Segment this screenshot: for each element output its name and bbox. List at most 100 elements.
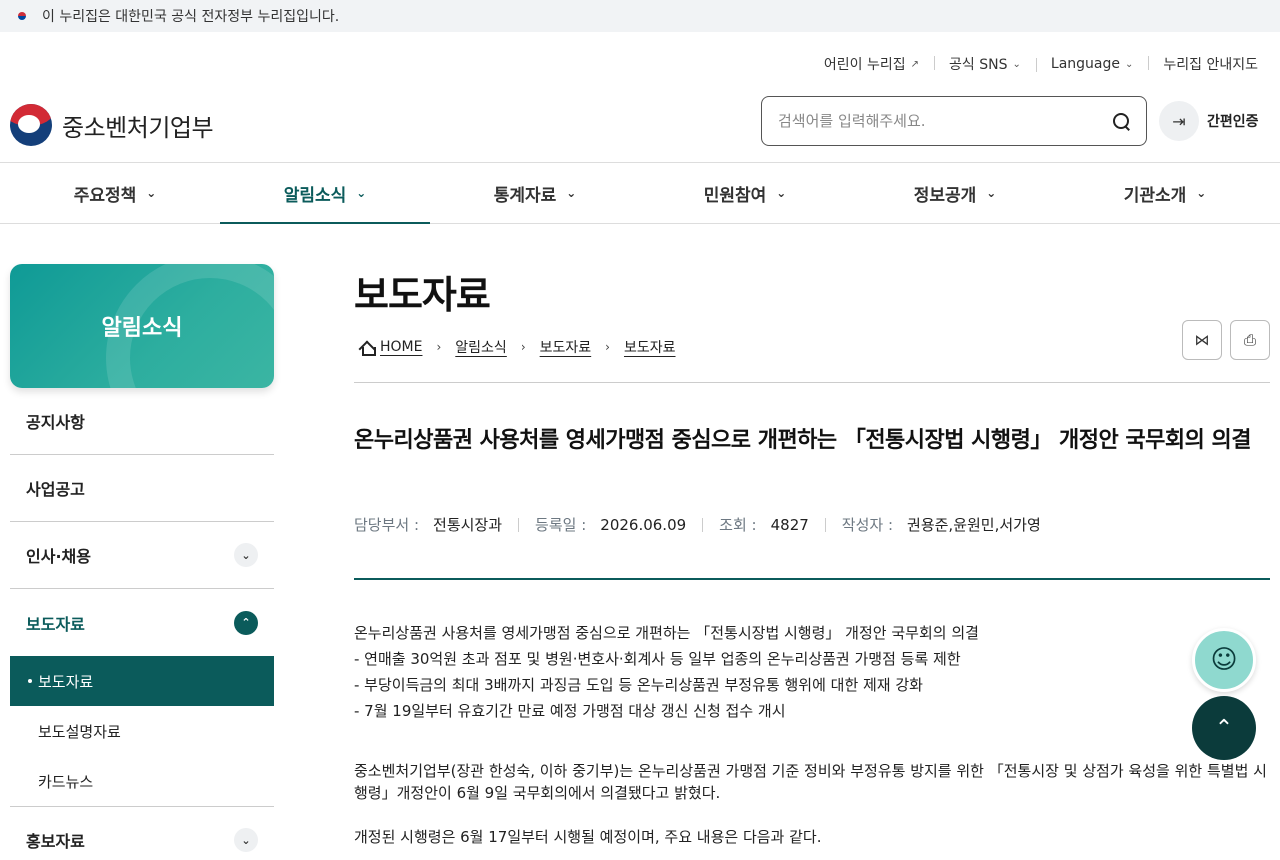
gov-banner-text: 이 누리집은 대한민국 공식 전자정부 누리집입니다. bbox=[42, 9, 340, 25]
gov-banner: 이 누리집은 대한민국 공식 전자정부 누리집입니다. bbox=[0, 0, 1280, 32]
sub-item-label: 보도자료 bbox=[38, 672, 94, 691]
meta-date-label: 등록일 : bbox=[535, 516, 587, 534]
share-button[interactable]: ⋈ bbox=[1182, 320, 1222, 360]
logo-text: 중소벤처기업부 bbox=[62, 113, 214, 142]
korea-flag-icon bbox=[14, 10, 30, 22]
utility-kids-link[interactable]: 어린이 누리집 ↗ bbox=[809, 54, 934, 74]
chevron-down-icon: ⌄ bbox=[1124, 58, 1134, 70]
side-item-label: 홍보자료 bbox=[26, 832, 85, 851]
print-icon: ⎙ bbox=[1243, 331, 1256, 349]
utility-nav: 어린이 누리집 ↗ 공식 SNS ⌄ Language ⌄ 누리집 안내지도 bbox=[809, 54, 1258, 74]
article-headline: 온누리상품권 사용처를 영세가맹점 중심으로 개편하는 「전통시장법 시행령」 … bbox=[354, 428, 1252, 453]
print-button[interactable]: ⎙ bbox=[1230, 320, 1270, 360]
side-item-announcements[interactable]: 사업공고 bbox=[10, 455, 274, 522]
search-input[interactable] bbox=[778, 112, 1112, 130]
page-title: 보도자료 bbox=[354, 273, 491, 317]
login-button[interactable]: ⇥ 간편인증 bbox=[1159, 101, 1259, 141]
chevron-up-icon[interactable]: ⌃ bbox=[234, 610, 258, 635]
nav-label: 기관소개 bbox=[1123, 185, 1187, 206]
main-navigation: 주요정책 ⌄ 알림소식 ⌄ 통계자료 ⌄ 민원참여 ⌄ 정보공개 ⌄ 기관소개 ⌄ bbox=[0, 162, 1280, 224]
chevron-down-icon: ⌄ bbox=[146, 186, 157, 200]
sub-item-card-news[interactable]: 카드뉴스 bbox=[10, 756, 274, 806]
chatbot-button[interactable]: ☺ bbox=[1192, 628, 1256, 692]
utility-kids-label: 어린이 누리집 bbox=[823, 57, 906, 73]
breadcrumb-news[interactable]: 알림소식 bbox=[455, 337, 507, 357]
chevron-down-icon: ⌄ bbox=[986, 186, 997, 200]
breadcrumb-press[interactable]: 보도자료 bbox=[540, 337, 592, 357]
utility-sns-label: 공식 SNS bbox=[949, 57, 1008, 73]
side-item-label: 공지사항 bbox=[26, 413, 85, 432]
chevron-down-icon[interactable]: ⌄ bbox=[234, 828, 258, 852]
chatbot-icon: ☺ bbox=[1210, 645, 1238, 675]
search-box bbox=[761, 96, 1147, 146]
meta-author-label: 작성자 : bbox=[841, 516, 894, 534]
nav-label: 민원참여 bbox=[703, 185, 767, 206]
nav-info-disclosure[interactable]: 정보공개 ⌄ bbox=[850, 163, 1060, 223]
nav-label: 주요정책 bbox=[73, 185, 137, 206]
login-label: 간편인증 bbox=[1207, 114, 1259, 130]
summary-line: - 7월 19일부터 유효기간 만료 예정 가맹점 대상 갱신 신청 접수 개시 bbox=[354, 702, 786, 720]
side-banner-title: 알림소식 bbox=[101, 316, 183, 341]
summary-line: - 부당이득금의 최대 3배까지 과징금 도입 등 온누리상품권 부정유통 행위… bbox=[354, 676, 923, 694]
side-item-press-release[interactable]: 보도자료 ⌃ bbox=[10, 589, 274, 656]
bullet-icon bbox=[28, 679, 32, 683]
utility-sitemap-link[interactable]: 누리집 안내지도 bbox=[1148, 54, 1258, 74]
chevron-down-icon: ⌄ bbox=[1196, 186, 1207, 200]
chevron-right-icon: › bbox=[520, 340, 526, 354]
nav-news[interactable]: 알림소식 ⌄ bbox=[220, 163, 430, 224]
meta-dept: 전통시장과 bbox=[433, 516, 503, 534]
side-menu: 공지사항 사업공고 인사·채용 ⌄ 보도자료 ⌃ 보도자료 보도설명자료 카드뉴스 … bbox=[10, 388, 274, 860]
article-meta: 담당부서 : 전통시장과 등록일 : 2026.06.09 조회 : 4827 … bbox=[354, 514, 1041, 535]
nav-main-policy[interactable]: 주요정책 ⌄ bbox=[10, 163, 220, 223]
nav-label: 알림소식 bbox=[283, 185, 347, 206]
government-emblem-icon bbox=[10, 104, 52, 146]
utility-sns-dropdown[interactable]: 공식 SNS ⌄ bbox=[934, 54, 1036, 74]
chevron-right-icon: › bbox=[605, 340, 610, 354]
external-link-icon: ↗ bbox=[910, 58, 920, 70]
chevron-down-icon: ⌄ bbox=[1012, 58, 1021, 70]
side-item-pr-materials[interactable]: 홍보자료 ⌄ bbox=[10, 807, 274, 860]
meta-date: 2026.06.09 bbox=[600, 515, 687, 534]
sub-item-label: 보도설명자료 bbox=[38, 722, 121, 741]
breadcrumb-current[interactable]: 보도자료 bbox=[624, 337, 676, 357]
chevron-down-icon: ⌄ bbox=[776, 186, 787, 200]
home-icon bbox=[360, 341, 376, 356]
divider bbox=[518, 517, 520, 532]
utility-language-label: Language bbox=[1050, 56, 1120, 72]
chevron-right-icon: › bbox=[436, 340, 442, 354]
chevron-down-icon: ⌄ bbox=[566, 186, 577, 200]
breadcrumb: HOME › 알림소식 › 보도자료 › 보도자료 bbox=[354, 337, 1270, 357]
chevron-down-icon[interactable]: ⌄ bbox=[234, 543, 258, 567]
side-item-label: 사업공고 bbox=[26, 480, 85, 499]
chevron-down-icon: ⌄ bbox=[356, 186, 367, 200]
page-tools: ⋈ ⎙ bbox=[1182, 320, 1270, 360]
nav-about[interactable]: 기관소개 ⌄ bbox=[1060, 163, 1270, 223]
sub-item-label: 카드뉴스 bbox=[38, 772, 94, 791]
search-icon[interactable] bbox=[1112, 112, 1130, 130]
sub-item-press-release[interactable]: 보도자료 bbox=[10, 656, 274, 706]
meta-views: 4827 bbox=[770, 515, 809, 534]
divider bbox=[702, 517, 704, 532]
nav-label: 통계자료 bbox=[493, 185, 557, 206]
divider bbox=[354, 382, 1270, 383]
site-logo[interactable]: 중소벤처기업부 bbox=[10, 104, 214, 146]
meta-views-label: 조회 : bbox=[719, 516, 757, 534]
sub-item-press-explanation[interactable]: 보도설명자료 bbox=[10, 706, 274, 756]
side-item-notices[interactable]: 공지사항 bbox=[10, 388, 274, 455]
meta-author: 권용준,윤원민,서가영 bbox=[907, 516, 1041, 534]
scroll-top-button[interactable]: ⌃ bbox=[1192, 696, 1256, 760]
breadcrumb-home[interactable]: HOME bbox=[380, 339, 422, 355]
side-item-recruitment[interactable]: 인사·채용 ⌄ bbox=[10, 522, 274, 589]
divider bbox=[354, 578, 1270, 580]
divider bbox=[824, 517, 826, 532]
article-body: 온누리상품권 사용처를 영세가맹점 중심으로 개편하는 「전통시장법 시행령」 … bbox=[354, 620, 1270, 850]
utility-sitemap-label: 누리집 안내지도 bbox=[1163, 57, 1258, 73]
side-item-label: 인사·채용 bbox=[26, 547, 91, 566]
side-menu-banner: 알림소식 bbox=[10, 264, 274, 388]
nav-label: 정보공개 bbox=[913, 185, 977, 206]
main-content: 보도자료 HOME › 알림소식 › 보도자료 › 보도자료 ⋈ ⎙ 온누리상품… bbox=[354, 264, 1270, 846]
side-item-label: 보도자료 bbox=[26, 614, 85, 634]
utility-language-dropdown[interactable]: Language ⌄ bbox=[1035, 56, 1148, 72]
nav-civil-service[interactable]: 민원참여 ⌄ bbox=[640, 163, 850, 223]
nav-statistics[interactable]: 통계자료 ⌄ bbox=[430, 163, 640, 223]
